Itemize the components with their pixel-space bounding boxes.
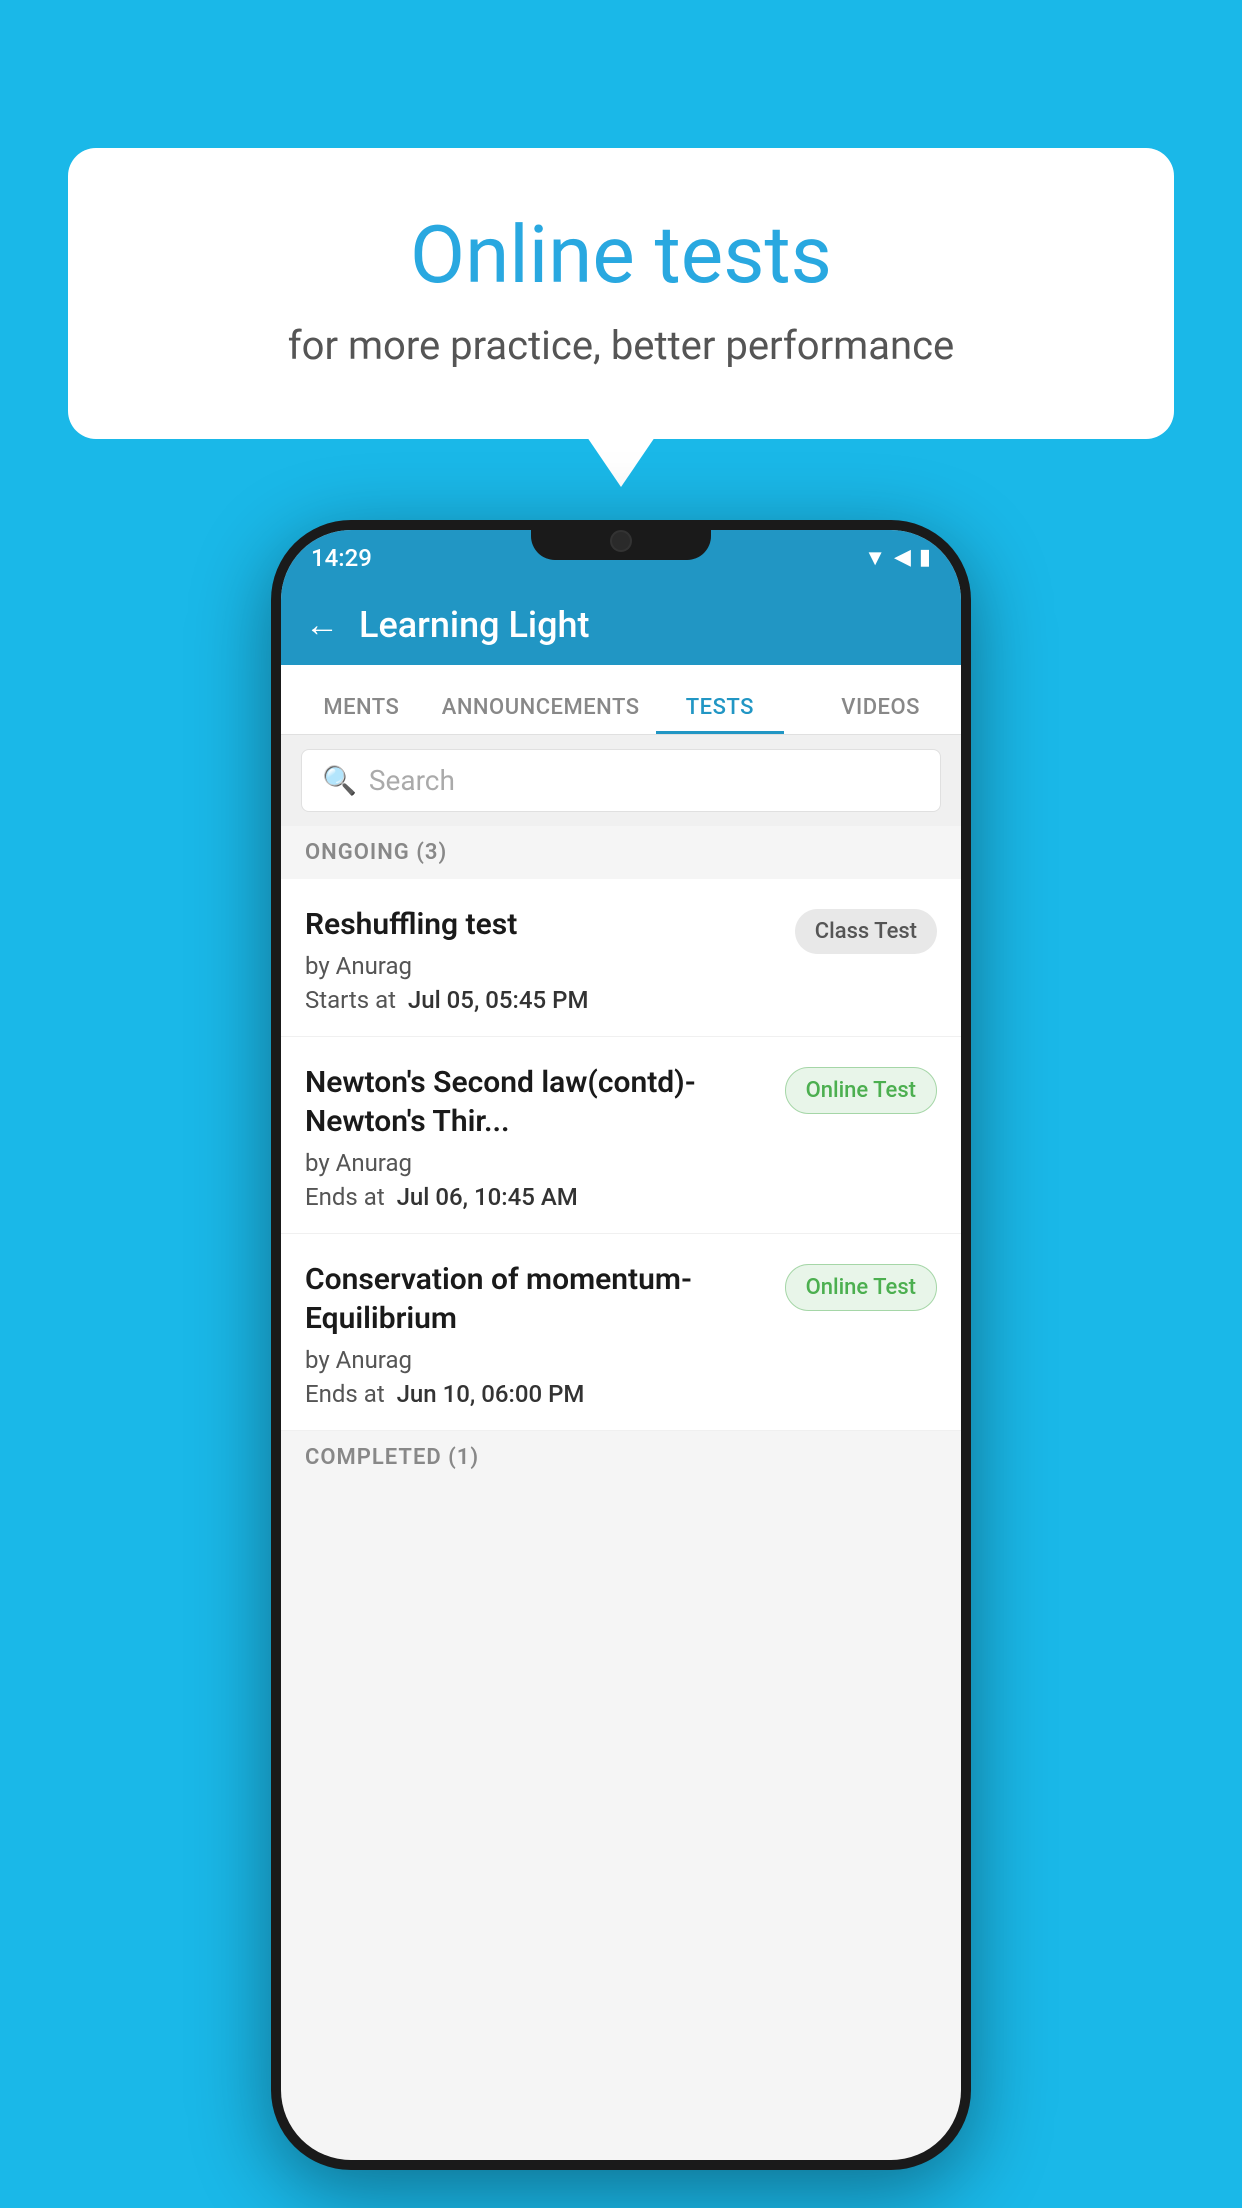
status-icons: ▼ ◀ ▮ — [864, 545, 931, 571]
ongoing-section-label: ONGOING (3) — [281, 826, 961, 879]
test-name-2: Newton's Second law(contd)-Newton's Thir… — [305, 1063, 775, 1141]
test-author-3: by Anurag — [305, 1346, 775, 1374]
badge-online-test-3: Online Test — [785, 1264, 937, 1311]
tab-announcements[interactable]: ANNOUNCEMENTS — [442, 695, 640, 734]
phone-wrapper: 14:29 ▼ ◀ ▮ ← Learning Light MENTS ANNOU… — [271, 520, 971, 2170]
wifi-icon: ▼ — [864, 545, 886, 571]
app-header: ← Learning Light — [281, 585, 961, 665]
test-time-2: Ends at Jul 06, 10:45 AM — [305, 1183, 775, 1211]
search-placeholder: Search — [369, 764, 455, 797]
test-time-1: Starts at Jul 05, 05:45 PM — [305, 986, 785, 1014]
search-bar: 🔍 Search — [281, 735, 961, 826]
test-name-3: Conservation of momentum-Equilibrium — [305, 1260, 775, 1338]
speech-bubble: Online tests for more practice, better p… — [68, 148, 1174, 439]
test-item-2[interactable]: Newton's Second law(contd)-Newton's Thir… — [281, 1037, 961, 1234]
test-author-2: by Anurag — [305, 1149, 775, 1177]
phone-notch — [531, 520, 711, 560]
tabs-bar: MENTS ANNOUNCEMENTS TESTS VIDEOS — [281, 665, 961, 735]
completed-section-label: COMPLETED (1) — [281, 1431, 961, 1484]
badge-class-test-1: Class Test — [795, 909, 937, 954]
phone-camera — [610, 530, 632, 552]
test-name-1: Reshuffling test — [305, 905, 785, 944]
tab-tests[interactable]: TESTS — [640, 695, 801, 734]
battery-icon: ▮ — [919, 545, 931, 570]
test-time-3: Ends at Jun 10, 06:00 PM — [305, 1380, 775, 1408]
bubble-title: Online tests — [128, 208, 1114, 302]
search-icon: 🔍 — [322, 764, 357, 797]
test-info-3: Conservation of momentum-Equilibrium by … — [305, 1260, 775, 1408]
status-time: 14:29 — [311, 544, 372, 572]
test-time-value-2: Jul 06, 10:45 AM — [397, 1183, 578, 1211]
test-item-3[interactable]: Conservation of momentum-Equilibrium by … — [281, 1234, 961, 1431]
bubble-subtitle: for more practice, better performance — [128, 322, 1114, 369]
test-author-1: by Anurag — [305, 952, 785, 980]
back-button[interactable]: ← — [305, 605, 339, 645]
test-list: Reshuffling test by Anurag Starts at Jul… — [281, 879, 961, 1431]
test-info-1: Reshuffling test by Anurag Starts at Jul… — [305, 905, 785, 1014]
test-time-value-1: Jul 05, 05:45 PM — [408, 986, 589, 1014]
signal-icon: ◀ — [894, 545, 911, 570]
test-time-value-3: Jun 10, 06:00 PM — [397, 1380, 585, 1408]
app-title: Learning Light — [359, 604, 589, 646]
phone-frame: 14:29 ▼ ◀ ▮ ← Learning Light MENTS ANNOU… — [271, 520, 971, 2170]
search-input-container[interactable]: 🔍 Search — [301, 749, 941, 812]
tab-ments[interactable]: MENTS — [281, 695, 442, 734]
phone-screen: 14:29 ▼ ◀ ▮ ← Learning Light MENTS ANNOU… — [281, 530, 961, 2160]
test-item[interactable]: Reshuffling test by Anurag Starts at Jul… — [281, 879, 961, 1037]
test-info-2: Newton's Second law(contd)-Newton's Thir… — [305, 1063, 775, 1211]
badge-online-test-2: Online Test — [785, 1067, 937, 1114]
tab-videos[interactable]: VIDEOS — [800, 695, 961, 734]
